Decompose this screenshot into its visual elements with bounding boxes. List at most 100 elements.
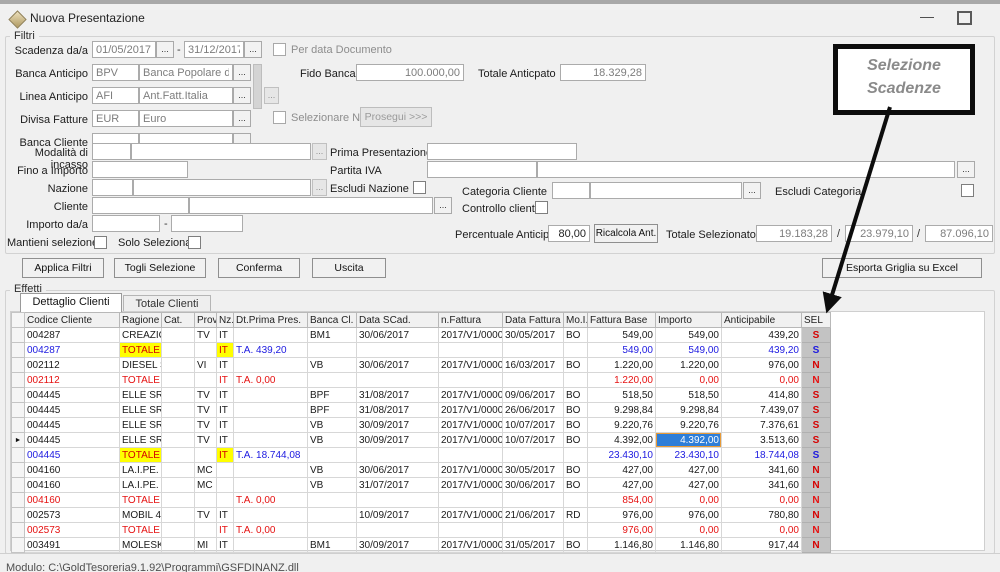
grid-cell-moi[interactable]: BO <box>564 403 588 418</box>
grid-cell-sel[interactable]: N <box>802 358 831 373</box>
grid-cell-ant[interactable]: 341,60 <box>722 463 802 478</box>
grid-cell-banca[interactable] <box>308 373 357 388</box>
grid-cell-scad[interactable]: 30/06/2017 <box>357 463 439 478</box>
grid-cell-fb[interactable]: 1.220,00 <box>588 358 656 373</box>
grid-cell-nz[interactable]: IT <box>217 523 234 538</box>
grid-cell-moi[interactable]: BO <box>564 388 588 403</box>
grid-cell-rs[interactable]: DIESEL S.I <box>120 358 162 373</box>
grid-cell-scad[interactable] <box>357 373 439 388</box>
row-selector-cell[interactable] <box>12 448 25 463</box>
grid-cell-nz[interactable]: IT <box>217 343 234 358</box>
grid-cell-nz[interactable] <box>217 478 234 493</box>
grid-cell-moi[interactable]: BO <box>564 328 588 343</box>
banca-anticipo-code-input[interactable] <box>92 64 139 81</box>
grid-cell-nf[interactable]: 2017/V1/000001 <box>439 328 503 343</box>
grid-cell-imp[interactable]: 976,00 <box>656 508 722 523</box>
grid-cell-c[interactable]: 004160 <box>25 478 120 493</box>
grid-cell-rs[interactable]: ELLE SRL <box>120 403 162 418</box>
grid-cell-fb[interactable]: 549,00 <box>588 343 656 358</box>
grid-row[interactable]: 004287TOTALE CITT.A. 439,20549,00549,004… <box>12 343 831 358</box>
grid-col-header-13[interactable]: Anticipabile <box>722 313 802 328</box>
grid-cell-prov[interactable] <box>195 523 217 538</box>
grid-cell-ant[interactable]: 0,00 <box>722 373 802 388</box>
grid-cell-sel[interactable]: S <box>802 343 831 358</box>
grid-cell-fb[interactable]: 4.392,00 <box>588 433 656 448</box>
grid-row[interactable]: 004445ELLE SRLTVITBPF31/08/20172017/V1/0… <box>12 403 831 418</box>
grid-cell-sel[interactable]: S <box>802 388 831 403</box>
grid-cell-cat[interactable] <box>162 373 195 388</box>
grid-cell-nz[interactable] <box>217 493 234 508</box>
nazione-name-input[interactable] <box>133 179 311 196</box>
grid-cell-prov[interactable]: MC <box>195 463 217 478</box>
grid-cell-banca[interactable] <box>308 523 357 538</box>
grid-cell-cat[interactable] <box>162 463 195 478</box>
grid-cell-imp[interactable]: 427,00 <box>656 478 722 493</box>
uscita-button[interactable]: Uscita <box>312 258 386 278</box>
grid-cell-banca[interactable]: BPF <box>308 388 357 403</box>
grid-cell-rs[interactable]: TOTALE C <box>120 523 162 538</box>
grid-cell-rs[interactable]: MOLESKIN <box>120 538 162 553</box>
totale-selezionato-2-input[interactable] <box>845 225 913 242</box>
grid-cell-nf[interactable]: 2017/V1/000000 <box>439 358 503 373</box>
grid-cell-sel[interactable]: N <box>802 523 831 538</box>
grid-cell-sel[interactable]: S <box>802 448 831 463</box>
grid-cell-banca[interactable] <box>308 448 357 463</box>
controllo-cliente-checkbox[interactable] <box>535 201 548 214</box>
grid-cell-nz[interactable]: IT <box>217 448 234 463</box>
grid-cell-cat[interactable] <box>162 478 195 493</box>
grid-cell-rs[interactable]: MOBIL 4 D <box>120 508 162 523</box>
grid-cell-nz[interactable]: IT <box>217 373 234 388</box>
grid-cell-banca[interactable]: VB <box>308 463 357 478</box>
grid-cell-cat[interactable] <box>162 343 195 358</box>
grid-cell-nf[interactable]: 2017/V1/000001 <box>439 538 503 553</box>
grid-cell-nz[interactable]: IT <box>217 328 234 343</box>
grid-cell-moi[interactable] <box>564 373 588 388</box>
grid-corner-cell[interactable] <box>12 313 25 328</box>
divisa-browse-button[interactable]: ... <box>233 110 251 127</box>
grid-cell-c[interactable]: 004160 <box>25 463 120 478</box>
row-selector-cell[interactable] <box>12 523 25 538</box>
grid-cell-c[interactable]: 004445 <box>25 448 120 463</box>
importo-da-input[interactable] <box>92 215 160 232</box>
grid-row[interactable]: 002573MOBIL 4 DTVIT10/09/20172017/V1/000… <box>12 508 831 523</box>
grid-cell-imp[interactable]: 518,50 <box>656 388 722 403</box>
scadenza-a-input[interactable] <box>184 41 244 58</box>
grid-cell-nf[interactable] <box>439 343 503 358</box>
grid-cell-fb[interactable]: 549,00 <box>588 328 656 343</box>
mantieni-selezione-checkbox[interactable] <box>94 236 107 249</box>
scadenza-a-browse-button[interactable]: ... <box>244 41 262 58</box>
grid-cell-dt[interactable] <box>234 328 308 343</box>
grid-cell-fb[interactable]: 976,00 <box>588 523 656 538</box>
importo-a-input[interactable] <box>171 215 243 232</box>
grid-cell-fb[interactable]: 518,50 <box>588 388 656 403</box>
grid-cell-ant[interactable]: 7.439,07 <box>722 403 802 418</box>
row-selector-cell[interactable] <box>12 463 25 478</box>
grid-cell-prov[interactable]: VI <box>195 358 217 373</box>
grid-cell-ant[interactable]: 0,00 <box>722 493 802 508</box>
grid-col-header-9[interactable]: Data Fattura <box>503 313 564 328</box>
grid-cell-c[interactable]: 004287 <box>25 328 120 343</box>
linea-anticipo-code-input[interactable] <box>92 87 139 104</box>
grid-cell-ant[interactable]: 976,00 <box>722 358 802 373</box>
grid-cell-dt[interactable]: T.A. 439,20 <box>234 343 308 358</box>
grid-cell-df[interactable] <box>503 343 564 358</box>
grid-cell-c[interactable]: 004445 <box>25 433 120 448</box>
grid-cell-dt[interactable]: T.A. 0,00 <box>234 523 308 538</box>
grid-cell-dt[interactable] <box>234 478 308 493</box>
categoria-browse-button[interactable]: ... <box>743 182 761 199</box>
escludi-nazione-checkbox[interactable] <box>413 181 426 194</box>
grid-cell-scad[interactable]: 31/08/2017 <box>357 403 439 418</box>
grid-cell-imp[interactable]: 0,00 <box>656 493 722 508</box>
grid-cell-rs[interactable]: LA.I.PE. SF <box>120 478 162 493</box>
grid-cell-cat[interactable] <box>162 433 195 448</box>
grid-cell-imp[interactable]: 9.220,76 <box>656 418 722 433</box>
grid-cell-cat[interactable] <box>162 523 195 538</box>
grid-cell-nf[interactable] <box>439 448 503 463</box>
grid-cell-df[interactable] <box>503 523 564 538</box>
row-selector-cell[interactable] <box>12 328 25 343</box>
grid-cell-imp[interactable]: 549,00 <box>656 328 722 343</box>
grid-col-header-11[interactable]: Fattura Base <box>588 313 656 328</box>
grid-cell-prov[interactable]: TV <box>195 403 217 418</box>
grid-cell-dt[interactable]: T.A. 0,00 <box>234 373 308 388</box>
grid-cell-scad[interactable]: 10/09/2017 <box>357 508 439 523</box>
